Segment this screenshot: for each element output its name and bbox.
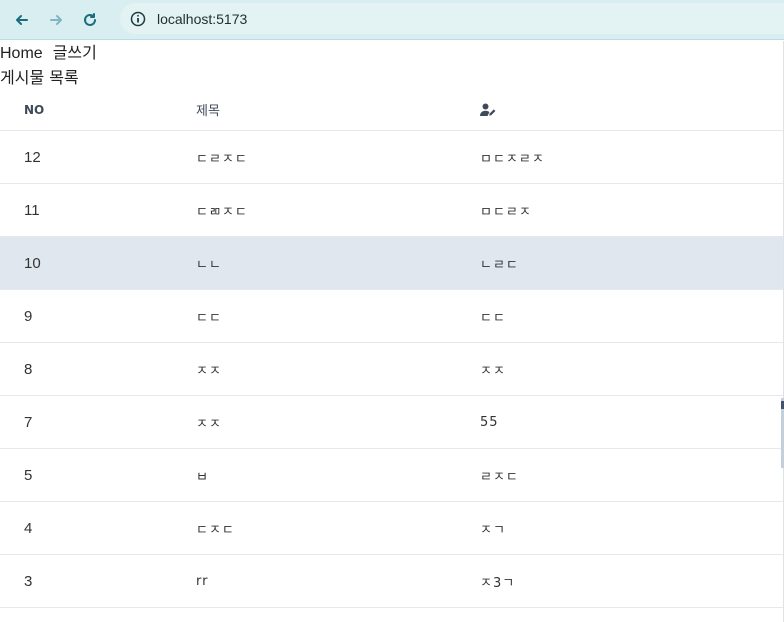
- row-no: 8: [24, 360, 33, 378]
- row-no: 3: [24, 572, 33, 590]
- table-row[interactable]: 5 ㅂ ㄹㅈㄷ: [0, 449, 784, 502]
- header-title: 제목: [196, 104, 220, 119]
- url-text[interactable]: localhost:5173: [157, 11, 247, 27]
- row-no: 4: [24, 519, 33, 537]
- row-title[interactable]: ㄷㄹㅈㄷ: [196, 148, 248, 167]
- row-author: ㄷㄷ: [480, 310, 506, 326]
- page-title: 게시물 목록: [0, 68, 79, 87]
- row-no: 10: [24, 254, 41, 272]
- back-button[interactable]: [10, 8, 34, 32]
- row-title[interactable]: ㅈㅈ: [196, 413, 222, 432]
- table-row[interactable]: 4 ㄷㅈㄷ ㅈㄱ: [0, 502, 784, 555]
- row-title[interactable]: ㅂ: [196, 466, 209, 485]
- row-author: ㅈ3ㄱ: [480, 575, 516, 591]
- table-row[interactable]: 12 ㄷㄹㅈㄷ ㅁㄷㅈㄹㅈ: [0, 131, 784, 184]
- row-author: 55: [480, 414, 499, 430]
- address-bar[interactable]: localhost:5173: [120, 3, 784, 34]
- row-title[interactable]: ㄷㄷ: [196, 307, 222, 326]
- table-row[interactable]: 9 ㄷㄷ ㄷㄷ: [0, 290, 784, 343]
- reload-button[interactable]: [78, 8, 102, 32]
- row-no: 9: [24, 307, 33, 325]
- row-author: ㅈㄱ: [480, 522, 506, 538]
- browser-toolbar: localhost:5173: [0, 0, 784, 40]
- nav-write-link[interactable]: 글쓰기: [53, 44, 97, 64]
- nav-home-link[interactable]: Home: [0, 44, 43, 64]
- row-no: 12: [24, 148, 41, 166]
- row-title[interactable]: rr: [196, 574, 208, 589]
- row-author: ㅈㅈ: [480, 363, 506, 379]
- post-table: NO 제목 12 ㄷㄹㅈㄷ ㅁㄷㅈㄹㅈ 11 ㄷㄻㅈㄷ ㅁㄷㄹㅈ 10 ㄴㄴ ㄴ…: [0, 89, 784, 608]
- row-author: ㄹㅈㄷ: [480, 469, 519, 485]
- page-content: Home 글쓰기 게시물 목록 NO 제목 12 ㄷㄹㅈㄷ ㅁㄷㅈㄹㅈ 11 ㄷ…: [0, 41, 784, 622]
- row-title[interactable]: ㄷㄻㅈㄷ: [196, 201, 248, 220]
- row-no: 5: [24, 466, 33, 484]
- row-no: 7: [24, 413, 33, 431]
- table-row[interactable]: 7 ㅈㅈ 55: [0, 396, 784, 449]
- user-edit-icon: [480, 103, 496, 116]
- row-author: ㅁㄷㄹㅈ: [480, 204, 532, 220]
- row-author: ㄴㄹㄷ: [480, 257, 519, 273]
- table-row[interactable]: 3 rr ㅈ3ㄱ: [0, 555, 784, 608]
- row-no: 11: [24, 201, 40, 219]
- arrow-left-icon: [16, 14, 28, 25]
- header-author: [480, 103, 496, 117]
- row-title[interactable]: ㄷㅈㄷ: [196, 519, 235, 538]
- reload-icon: [84, 12, 96, 26]
- scrollbar[interactable]: [780, 41, 784, 622]
- info-icon[interactable]: [130, 11, 146, 27]
- table-row[interactable]: 8 ㅈㅈ ㅈㅈ: [0, 343, 784, 396]
- top-navigation: Home 글쓰기: [0, 44, 97, 64]
- table-header: NO 제목: [0, 89, 784, 131]
- table-row[interactable]: 11 ㄷㄻㅈㄷ ㅁㄷㄹㅈ: [0, 184, 784, 237]
- row-title[interactable]: ㄴㄴ: [196, 254, 222, 273]
- row-author: ㅁㄷㅈㄹㅈ: [480, 151, 545, 167]
- forward-button[interactable]: [44, 8, 68, 32]
- arrow-right-icon: [50, 14, 62, 25]
- header-no: NO: [24, 102, 45, 117]
- row-title[interactable]: ㅈㅈ: [196, 360, 222, 379]
- table-row-hovered[interactable]: 10 ㄴㄴ ㄴㄹㄷ: [0, 237, 784, 290]
